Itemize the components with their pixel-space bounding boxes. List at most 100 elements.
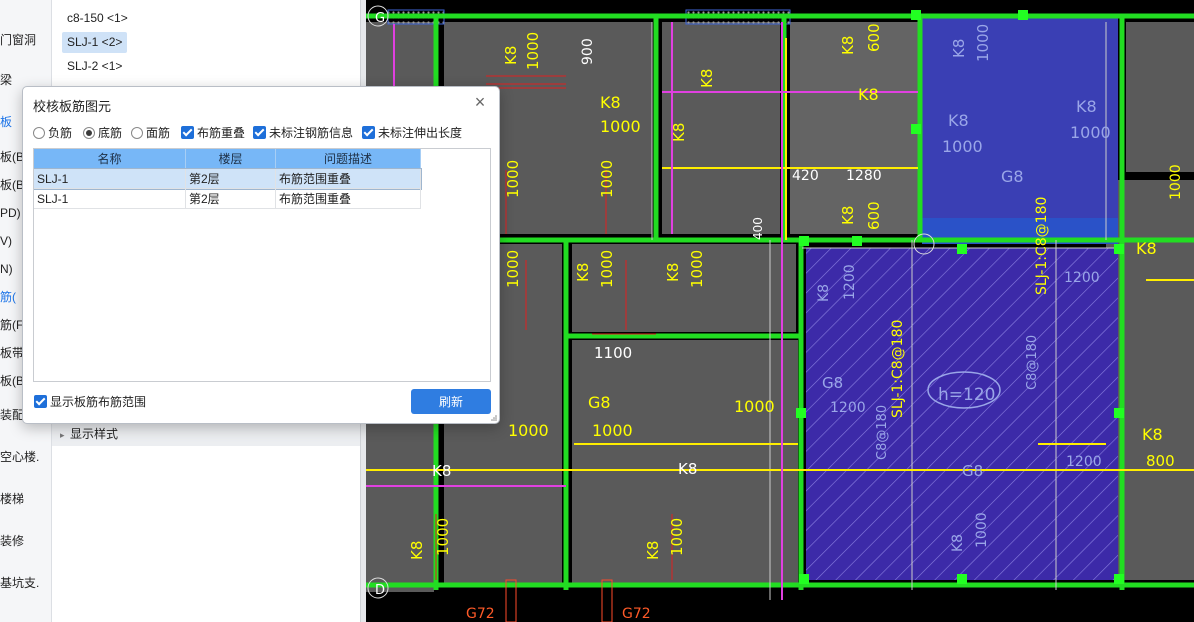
cad-annotation: G8: [822, 374, 843, 392]
nav-item[interactable]: 门窗洞: [0, 30, 36, 50]
nav-item[interactable]: 基坑支.: [0, 573, 39, 593]
cad-annotation: 1000: [1168, 164, 1184, 200]
cad-annotation: 1000: [504, 160, 522, 198]
cad-annotation: 1100: [594, 344, 632, 362]
cad-annotation: K8: [644, 541, 662, 560]
cad-annotation: K8: [678, 460, 697, 478]
cad-annotation: 800: [1146, 452, 1175, 470]
table-cell-name: SLJ-1: [34, 189, 186, 209]
cad-annotation: 1000: [508, 421, 549, 440]
cad-annotation: 1280: [846, 168, 882, 184]
check-slab-rebar-dialog: 校核板筋图元 × 负筋 底筋 面筋 布筋重叠 未标注钢筋信息 未标注伸出长度 名…: [22, 86, 500, 424]
cad-annotation: G8: [962, 462, 983, 480]
cad-annotation: D: [375, 583, 385, 598]
cad-annotation: 1000: [434, 518, 452, 556]
cad-annotation: 1000: [598, 160, 616, 198]
cad-annotation: 1000: [942, 137, 983, 156]
cad-annotation: 1000: [974, 24, 992, 62]
cad-annotation: G8: [588, 393, 611, 412]
cad-annotation: SLJ-1:C8@180: [890, 320, 906, 418]
column-header-issue[interactable]: 问题描述: [276, 149, 421, 169]
radio-circle-icon[interactable]: [131, 127, 143, 139]
cad-annotation: 600: [865, 201, 883, 230]
tree-item[interactable]: c8-150 <1>: [62, 8, 133, 29]
checkbox-checked-icon[interactable]: [34, 395, 47, 408]
nav-item[interactable]: 板: [0, 112, 12, 132]
table-row[interactable]: SLJ-1 第2层 布筋范围重叠: [34, 168, 422, 190]
column-header-floor[interactable]: 楼层: [186, 149, 276, 169]
nav-item[interactable]: 装修: [0, 531, 24, 551]
checkbox-checked-icon[interactable]: [253, 126, 266, 139]
cad-annotation: K8: [1142, 425, 1163, 444]
cad-annotation: 1000: [592, 421, 633, 440]
cad-annotation: K8: [432, 462, 451, 480]
cad-annotation: 1200: [1066, 454, 1102, 470]
refresh-button[interactable]: 刷新: [411, 389, 491, 414]
column-header-name[interactable]: 名称: [34, 149, 186, 169]
cad-annotation: 1200: [1064, 270, 1100, 286]
table-cell-name: SLJ-1: [34, 169, 186, 189]
tree-item[interactable]: SLJ-2 <1>: [62, 56, 127, 77]
cad-annotation: G8: [1001, 167, 1024, 186]
radio-bottom-rebar[interactable]: 底筋: [83, 125, 122, 141]
cad-annotation: K8: [839, 36, 857, 55]
nav-item[interactable]: 筋(: [0, 287, 16, 307]
cad-annotation: K8: [574, 263, 592, 282]
nav-item[interactable]: V): [0, 231, 12, 251]
radio-circle-icon[interactable]: [33, 127, 45, 139]
cad-annotation: K8: [600, 93, 621, 112]
cad-annotation: K8: [670, 123, 688, 142]
table-row[interactable]: SLJ-1 第2层 布筋范围重叠: [34, 189, 421, 209]
cad-annotation: K8: [950, 39, 968, 58]
cad-annotation: K8: [502, 46, 520, 65]
cad-annotation: 1000: [734, 397, 775, 416]
nav-item[interactable]: 梁: [0, 70, 12, 90]
property-group-label: 显示样式: [70, 427, 119, 441]
cad-annotation: SLJ-1:C8@180: [1034, 197, 1050, 295]
cad-annotation: K8: [408, 541, 426, 560]
cad-annotation: C8@180: [875, 405, 890, 460]
nav-item[interactable]: 楼梯: [0, 489, 24, 509]
cad-annotation: C8@180: [1025, 335, 1040, 390]
cad-annotation: K8: [839, 206, 857, 225]
cad-annotation: K8: [1076, 97, 1097, 116]
cad-annotation: K8: [858, 85, 879, 104]
checkbox-unlabeled-extension[interactable]: 未标注伸出长度: [362, 125, 462, 141]
cad-annotation: 900: [580, 38, 596, 65]
nav-item[interactable]: 装配: [0, 405, 24, 425]
table-cell-issue: 布筋范围重叠: [276, 169, 421, 189]
cad-annotation: 1000: [668, 518, 686, 556]
cad-annotation: 1000: [600, 117, 641, 136]
cad-annotation: 1000: [504, 250, 522, 288]
radio-neg-rebar[interactable]: 负筋: [33, 125, 72, 141]
checkbox-overlap[interactable]: 布筋重叠: [181, 125, 245, 141]
cad-annotation: 400: [751, 217, 765, 240]
resize-grip-icon[interactable]: [489, 413, 497, 421]
component-tree: c8-150 <1> SLJ-1 <2> SLJ-2 <1>: [52, 0, 362, 88]
chevron-right-icon[interactable]: ▸: [60, 423, 70, 447]
nav-item[interactable]: N): [0, 259, 13, 279]
checkbox-checked-icon[interactable]: [181, 126, 194, 139]
issue-table: 名称 楼层 问题描述 SLJ-1 第2层 布筋范围重叠 SLJ-1 第2层 布筋范围重叠: [33, 148, 491, 382]
cad-annotation: K8: [950, 534, 966, 552]
checkbox-checked-icon[interactable]: [362, 126, 375, 139]
cad-annotation: 420: [792, 168, 819, 184]
cad-annotation: h=120: [938, 385, 995, 405]
cad-annotation: 1000: [688, 250, 706, 288]
close-icon[interactable]: ×: [471, 93, 489, 111]
tree-item[interactable]: SLJ-1 <2>: [62, 32, 128, 53]
dialog-title: 校核板筋图元: [33, 99, 112, 114]
cad-annotation: G72: [466, 606, 495, 622]
cad-annotation: 1200: [830, 400, 866, 416]
checkbox-unlabeled-info[interactable]: 未标注钢筋信息: [253, 125, 353, 141]
table-cell-floor: 第2层: [186, 189, 276, 209]
table-cell-floor: 第2层: [186, 169, 276, 189]
nav-item[interactable]: 空心楼.: [0, 447, 39, 467]
cad-annotation: 1200: [842, 264, 858, 300]
radio-circle-icon[interactable]: [83, 127, 95, 139]
radio-top-rebar[interactable]: 面筋: [131, 125, 170, 141]
table-cell-issue: 布筋范围重叠: [276, 189, 421, 209]
nav-item[interactable]: PD): [0, 203, 21, 223]
property-group[interactable]: ▸ 显示样式: [52, 422, 360, 446]
checkbox-show-range[interactable]: 显示板筋布筋范围: [34, 393, 146, 410]
